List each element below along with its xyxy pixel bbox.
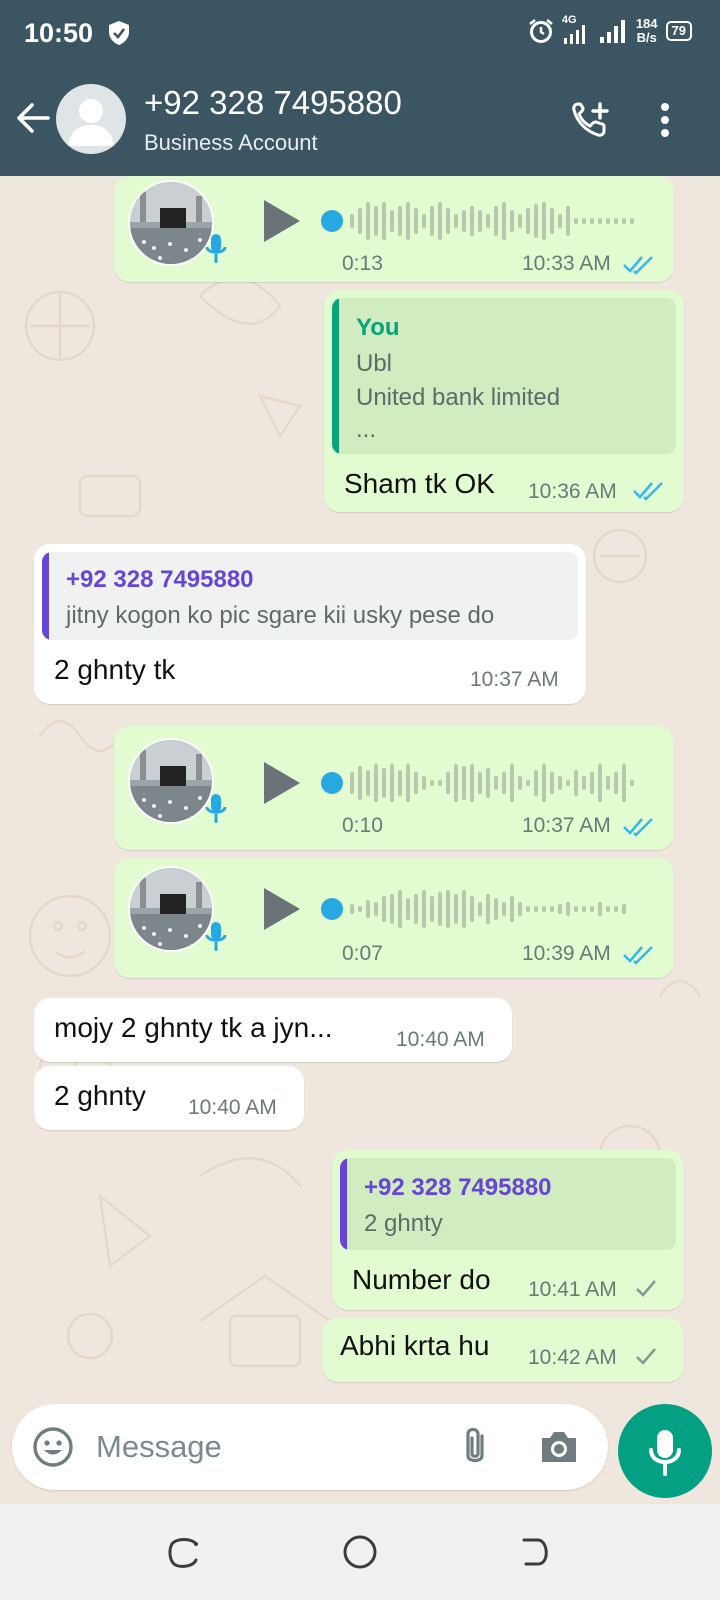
audio-waveform[interactable] [320,758,650,808]
message-text: Sham tk OK [344,468,495,499]
voice-duration: 0:10 [342,814,383,837]
play-icon[interactable] [262,760,302,806]
speed-unit: B/s [636,30,657,45]
audio-waveform[interactable] [320,884,650,934]
quote-line: jitny kogon ko pic sgare kii usky pese d… [66,602,495,629]
home-icon[interactable] [342,1534,378,1570]
back-nav-icon[interactable] [518,1534,554,1570]
message-bubble[interactable]: +92 328 7495880 jitny kogon ko pic sgare… [34,544,586,704]
message-time: 10:39 AM [522,942,611,965]
voice-sender-photo [128,738,214,824]
voice-message[interactable]: 0:07 10:39 AM [114,858,674,978]
back-arrow-icon[interactable] [14,100,52,136]
double-check-icon [623,818,653,837]
play-icon[interactable] [262,886,302,932]
status-indicators: 4G 184 B/s 79 [528,14,692,46]
microphone-icon [205,922,227,951]
message-text: 2 ghnty tk [54,654,176,685]
more-options-icon[interactable] [660,102,670,138]
quoted-message[interactable]: +92 328 7495880 2 ghnty [340,1158,676,1250]
status-time: 10:50 [24,18,94,48]
voice-sender-photo [128,866,214,952]
message-time: 10:36 AM [528,480,617,503]
contact-subtitle[interactable]: Business Account [144,130,318,156]
shield-icon [109,21,129,45]
contact-name[interactable]: +92 328 7495880 [144,84,402,122]
play-icon[interactable] [262,198,302,244]
message-bubble[interactable]: 2 ghnty 10:40 AM [34,1066,304,1130]
quoted-message[interactable]: +92 328 7495880 jitny kogon ko pic sgare… [42,552,578,640]
microphone-icon [205,234,227,263]
paperclip-icon[interactable] [458,1424,492,1470]
recent-apps-icon[interactable] [166,1534,202,1570]
message-text: Number do [352,1264,491,1295]
app-header: 10:50 4G 184 B/s 79 +92 328 7495880 Busi… [0,0,720,176]
quote-accent-bar [340,1158,347,1250]
message-time: 10:37 AM [522,814,611,837]
message-time: 10:33 AM [522,252,611,275]
check-icon [636,1280,656,1297]
voice-message[interactable]: 0:13 10:33 AM [114,176,674,282]
quote-line: United bank limited [356,384,561,411]
double-check-icon [633,482,663,501]
message-time: 10:40 AM [188,1096,277,1119]
voice-message[interactable]: 0:10 10:37 AM [114,726,674,850]
voice-sender-photo [128,180,214,266]
add-call-icon[interactable] [570,100,614,140]
quote-line: Ubl [356,350,393,377]
message-bubble[interactable]: +92 328 7495880 2 ghnty Number do 10:41 … [332,1150,684,1310]
emoji-icon[interactable] [32,1426,74,1468]
voice-record-button[interactable] [618,1404,712,1498]
alarm-icon [529,19,553,43]
signal-icon [599,20,625,43]
message-composer [12,1404,608,1490]
signal-4g-icon: 4G [562,14,590,46]
quote-line: 2 ghnty [364,1210,443,1237]
status-bar: 10:50 4G 184 B/s 79 [0,0,720,66]
message-time: 10:40 AM [396,1028,485,1051]
quote-accent-bar [332,298,339,454]
microphone-icon [649,1430,681,1476]
quote-author: +92 328 7495880 [364,1174,552,1201]
system-navigation-bar [0,1504,720,1600]
default-avatar-icon [68,99,114,146]
audio-waveform[interactable] [320,196,650,246]
quote-author: +92 328 7495880 [66,566,254,593]
message-time: 10:42 AM [528,1346,617,1369]
speed-value: 184 [635,16,658,31]
check-icon [636,1348,656,1365]
double-check-icon [623,946,653,965]
voice-duration: 0:07 [342,942,383,965]
double-check-icon [623,256,653,275]
camera-icon[interactable] [538,1426,580,1466]
network-speed: 184 B/s [636,17,658,45]
avatar[interactable] [56,84,126,154]
quoted-message[interactable]: You Ubl United bank limited ... [332,298,676,454]
message-input[interactable] [96,1422,436,1472]
message-list[interactable]: 0:13 10:33 AM You Ubl United bank limite… [0,176,720,1400]
quote-author: You [356,314,400,341]
message-text: Abhi krta hu [340,1330,490,1361]
message-bubble[interactable]: mojy 2 ghnty tk a jyn... 10:40 AM [34,998,512,1062]
quote-accent-bar [42,552,49,640]
microphone-icon [205,794,227,823]
message-text: 2 ghnty [54,1080,146,1111]
quote-line: ... [356,416,377,443]
message-time: 10:41 AM [528,1278,617,1301]
message-time: 10:37 AM [470,668,559,691]
message-bubble[interactable]: You Ubl United bank limited ... Sham tk … [324,290,684,512]
message-text: mojy 2 ghnty tk a jyn... [54,1012,333,1043]
message-bubble[interactable]: Abhi krta hu 10:42 AM [322,1318,684,1382]
battery-level: 79 [665,21,692,41]
voice-duration: 0:13 [342,252,383,275]
